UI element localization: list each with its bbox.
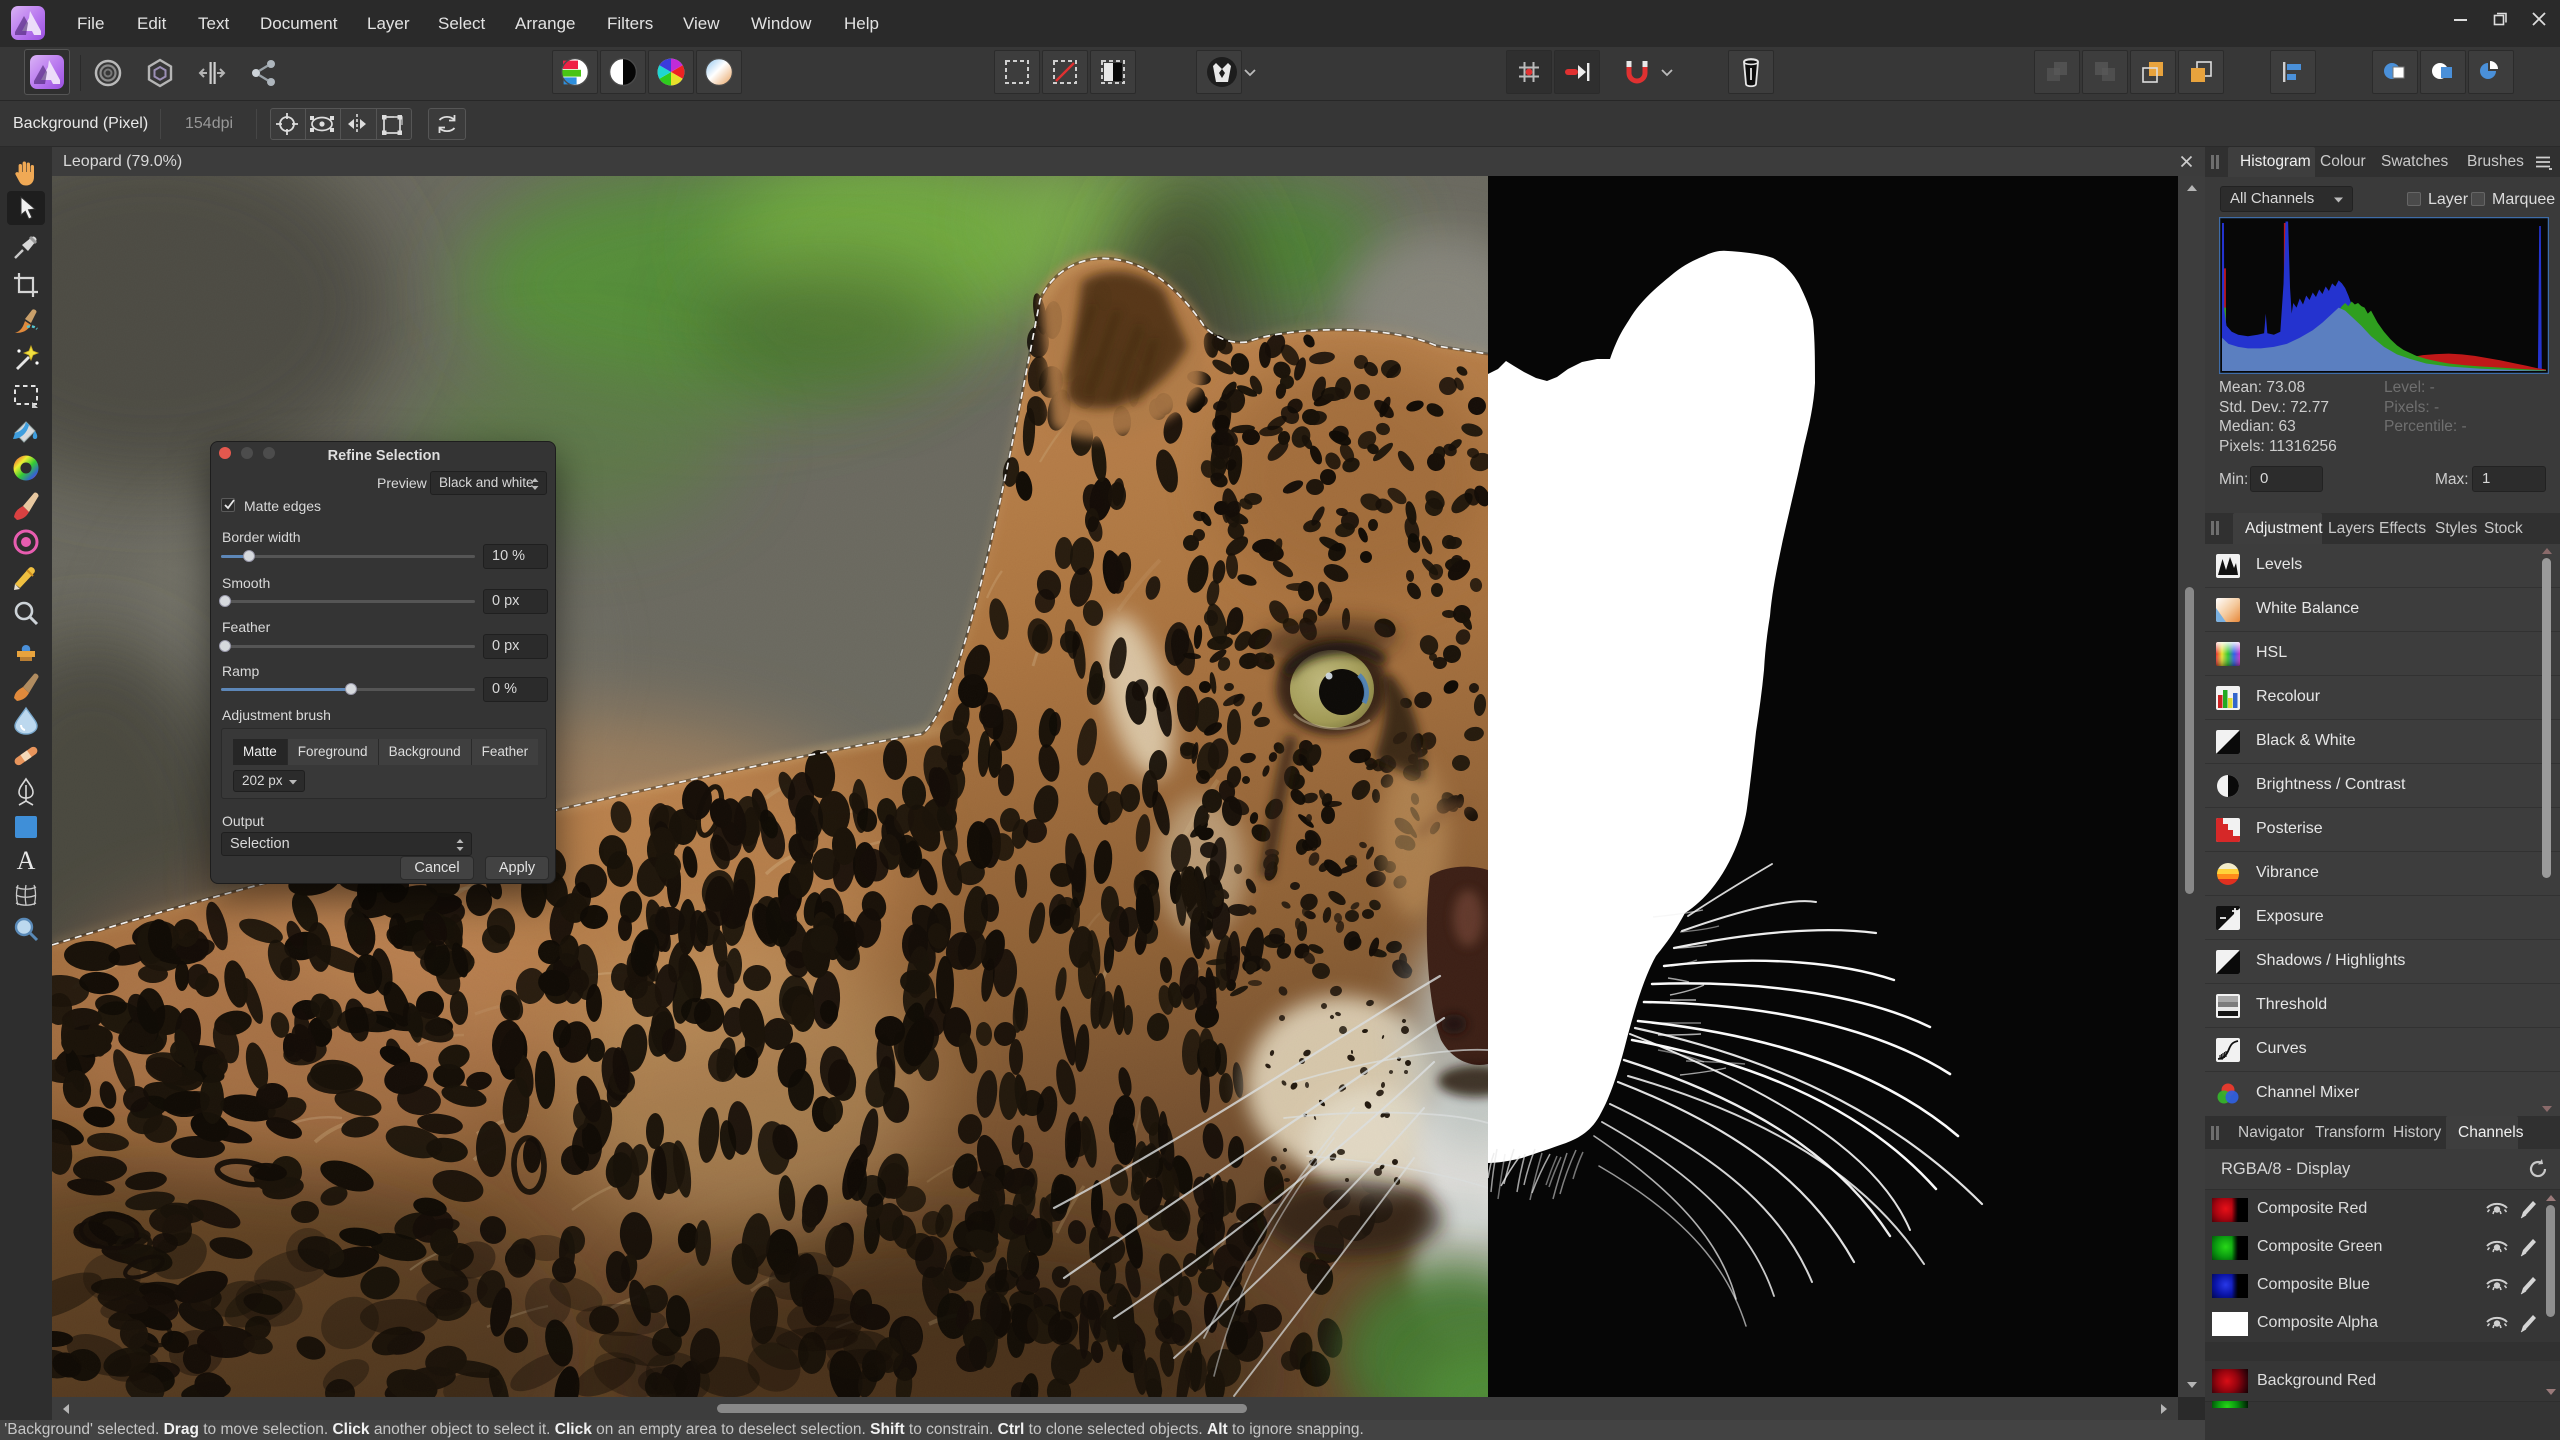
- svg-text:A: A: [17, 847, 36, 875]
